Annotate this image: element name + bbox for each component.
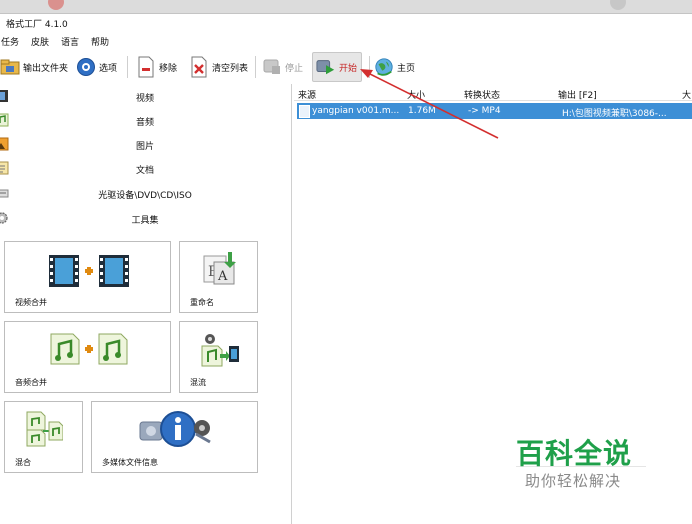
tool-label: 视频合并 (15, 298, 47, 307)
menu-skin[interactable]: 皮肤 (30, 35, 50, 49)
task-grid-header: 来源 大小 转换状态 输出 [F2] 大 (294, 86, 692, 101)
stop-button[interactable]: 停止 (262, 52, 303, 82)
toolbar: 输出文件夹 选项 移除 清空列表 停止 开始 主页 (0, 52, 692, 82)
tool-label: 音频合并 (15, 378, 47, 387)
media-info-icon (139, 411, 211, 447)
options-icon (76, 57, 96, 77)
cell-status: -> MP4 (468, 106, 501, 116)
file-icon (299, 105, 310, 118)
tool-label: 多媒体文件信息 (102, 458, 158, 467)
output-folder-button[interactable]: 输出文件夹 (0, 52, 68, 82)
column-header-source[interactable]: 来源 (298, 88, 316, 101)
svg-text:A: A (217, 269, 228, 284)
category-document[interactable]: 文档 (0, 158, 290, 180)
watermark-title: 百科全说 (516, 437, 633, 470)
tool-label: 重命名 (190, 298, 214, 307)
category-optical-drive[interactable]: 光驱设备\DVD\CD\ISO (0, 183, 290, 205)
tool-media-info[interactable]: 多媒体文件信息 (91, 401, 258, 473)
menu-task[interactable]: 任务 (0, 35, 20, 49)
mix-icon (26, 411, 63, 447)
tool-label: 混合 (15, 458, 31, 467)
audio-merge-icon (50, 333, 128, 365)
globe-icon (374, 57, 394, 77)
tool-video-merge[interactable]: 视频合并 (4, 241, 171, 313)
window-title: 格式工厂 4.1.0 (6, 20, 68, 30)
column-header-extra[interactable]: 大 (682, 88, 691, 101)
column-header-size[interactable]: 大小 (407, 88, 425, 101)
blurred-icon (610, 0, 626, 10)
mux-icon (201, 334, 239, 367)
home-button[interactable]: 主页 (374, 52, 415, 82)
toolbar-separator (369, 56, 370, 78)
tool-rename[interactable]: B A 重命名 (179, 241, 258, 313)
remove-icon (136, 56, 156, 78)
column-header-status[interactable]: 转换状态 (464, 88, 500, 101)
tool-mux[interactable]: 混流 (179, 321, 258, 393)
table-row[interactable]: yangpian v001.m... 1.76M -> MP4 H:\包图视频兼… (297, 103, 692, 119)
stop-icon (262, 57, 282, 77)
video-merge-icon (49, 255, 129, 287)
toolbar-separator (255, 56, 256, 78)
menu-language[interactable]: 语言 (60, 35, 80, 49)
category-toolset[interactable]: 工具集 (0, 208, 290, 230)
column-header-output[interactable]: 输出 [F2] (558, 88, 597, 101)
panel-divider (291, 84, 292, 524)
rename-icon: B A (203, 252, 236, 285)
blurred-icon (48, 0, 64, 10)
clear-list-icon (189, 56, 209, 78)
clear-list-button[interactable]: 清空列表 (189, 52, 248, 82)
background-window-strip (0, 0, 692, 14)
remove-button[interactable]: 移除 (136, 52, 177, 82)
toolbar-separator (127, 56, 128, 78)
start-button[interactable]: 开始 (312, 52, 363, 82)
cell-output: H:\包图视频兼职\3086-... (562, 109, 667, 119)
menu-bar: 任务 皮肤 语言 帮助 (0, 35, 110, 49)
options-button[interactable]: 选项 (76, 52, 117, 82)
watermark-subtitle: 助你轻松解决 (525, 472, 622, 490)
category-audio[interactable]: 音频 (0, 110, 290, 132)
menu-help[interactable]: 帮助 (90, 35, 110, 49)
tool-label: 混流 (190, 378, 206, 387)
cell-size: 1.76M (408, 106, 436, 116)
cell-source: yangpian v001.m... (312, 106, 400, 116)
tool-audio-merge[interactable]: 音频合并 (4, 321, 171, 393)
category-video[interactable]: 视频 (0, 86, 290, 108)
start-icon (316, 57, 336, 77)
output-folder-icon (0, 57, 20, 77)
category-image[interactable]: 图片 (0, 134, 290, 156)
tool-mix[interactable]: 混合 (4, 401, 83, 473)
